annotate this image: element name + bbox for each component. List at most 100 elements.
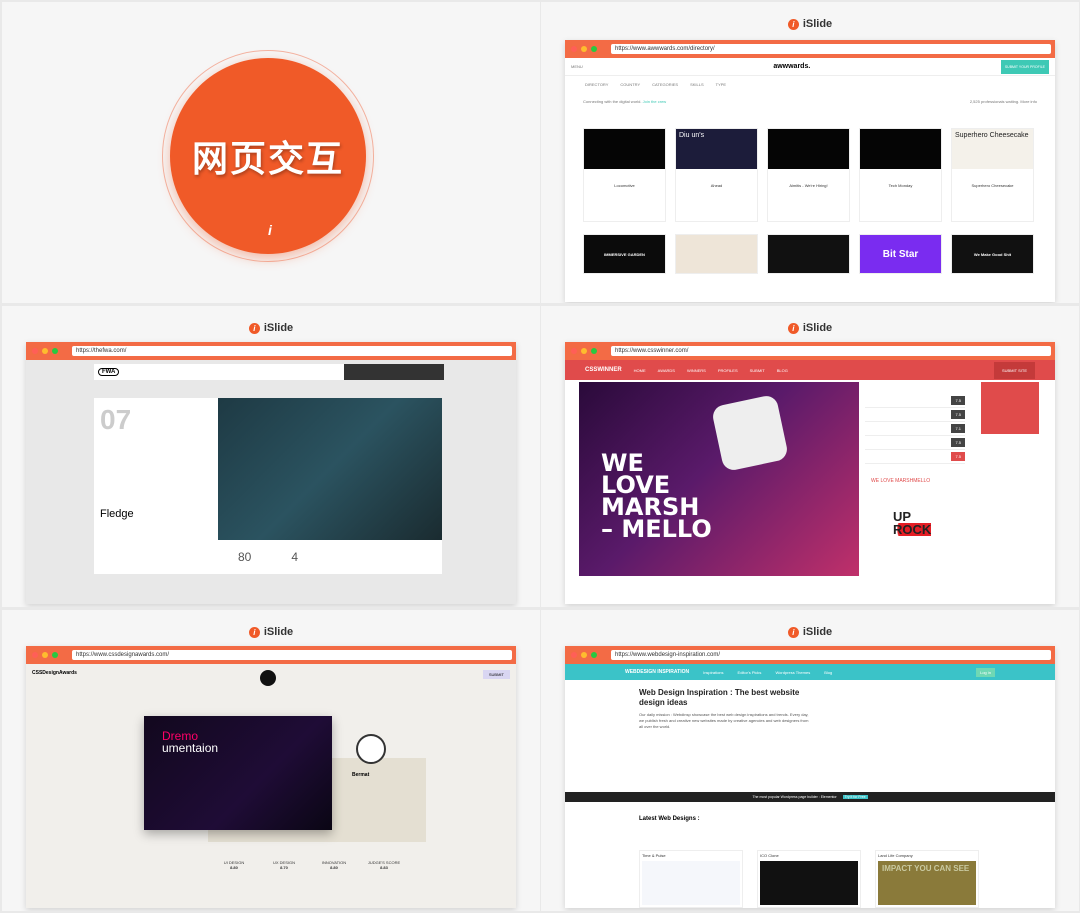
maximize-dot-icon[interactable]: [591, 652, 597, 658]
nav-awards[interactable]: AWARDS: [658, 368, 675, 373]
brand-name: iSlide: [802, 18, 833, 30]
intro: Web Design Inspiration : The best websit…: [639, 688, 809, 730]
site-nav: WEBDESIGN INSPIRATION Inspirations Editor…: [565, 664, 1055, 680]
design-thumb[interactable]: ICO Clone: [757, 850, 861, 908]
intro-body: Our daily mission : Webdinsp showcase th…: [639, 712, 809, 729]
score-bar: 80 4: [218, 540, 442, 574]
csswinner-slide: i iSlide https://www.csswinner.com/ CSSWI…: [541, 306, 1079, 607]
nav-home[interactable]: HOME: [634, 368, 646, 373]
close-dot-icon[interactable]: [32, 652, 38, 658]
browser-window: https://www.awwwards.com/directory/ MENU…: [565, 40, 1055, 302]
islide-logo-icon: i: [787, 626, 799, 638]
score-value: 8.80: [330, 865, 338, 870]
rating-value: 7.5: [951, 452, 965, 461]
nav-skills[interactable]: SKILLS: [690, 82, 704, 87]
profile-card-row2[interactable]: IMMERSIVE GARDEN: [583, 234, 666, 274]
tagline: Connecting with the digital world. Join …: [583, 99, 667, 104]
browser-bar: https://www.csswinner.com/: [565, 342, 1055, 360]
minimize-dot-icon[interactable]: [581, 652, 587, 658]
submit-site-button[interactable]: SUBMIT SITE: [993, 361, 1035, 379]
url-field[interactable]: https://www.webdesign-inspiration.com/: [611, 650, 1051, 660]
profile-card[interactable]: Tech Monday: [859, 128, 942, 222]
profile-card[interactable]: Aimitis - We're Hiring!: [767, 128, 850, 222]
nav-categories[interactable]: CATEGORIES: [652, 82, 678, 87]
maximize-dot-icon[interactable]: [52, 652, 58, 658]
close-dot-icon[interactable]: [32, 348, 38, 354]
banner-text: The most popular Wordpress page builder …: [752, 795, 837, 799]
profile-card[interactable]: Superhero Cheesecake Superhero Cheesecake: [951, 128, 1034, 222]
logo-line: ROCK: [893, 522, 932, 537]
thumb-image: [642, 861, 740, 905]
close-dot-icon[interactable]: [571, 652, 577, 658]
nav-submit[interactable]: SUBMIT: [750, 368, 765, 373]
viewport: CSSWINNER HOME AWARDS WINNERS PROFILES SUBMI…: [565, 360, 1055, 604]
maximize-dot-icon[interactable]: [591, 348, 597, 354]
profile-card-row2[interactable]: We Make Good Shit: [951, 234, 1034, 274]
card-thumbnail: [584, 129, 665, 169]
thumb-title: Land Life Company: [878, 853, 913, 858]
profile-card-row2[interactable]: [675, 234, 758, 274]
minimize-dot-icon[interactable]: [581, 348, 587, 354]
url-field[interactable]: https://www.awwwards.com/directory/: [611, 44, 1051, 54]
close-dot-icon[interactable]: [571, 348, 577, 354]
browser-window: https://www.webdesign-inspiration.com/ W…: [565, 646, 1055, 908]
rating-value: 7.1: [951, 424, 965, 433]
url-field[interactable]: https://www.cssdesignawards.com/: [72, 650, 512, 660]
minimize-dot-icon[interactable]: [581, 46, 587, 52]
menu-button[interactable]: MENU: [571, 64, 583, 69]
nav-winners[interactable]: WINNERS: [687, 368, 706, 373]
cta-button[interactable]: SUBMIT YOUR PROFILE: [1000, 59, 1049, 74]
viewport: CSSDesignAwards SUBMIT Dremo umentaion Be…: [26, 664, 516, 908]
rating-value: 7.5: [951, 396, 965, 405]
minimize-dot-icon[interactable]: [42, 652, 48, 658]
wdi-slide: i iSlide https://www.webdesign-inspiratio…: [541, 610, 1079, 911]
close-dot-icon[interactable]: [571, 46, 577, 52]
fwa-logo: FWA: [98, 368, 120, 376]
score-item: UX DESIGN 8.70: [266, 860, 302, 870]
design-thumb[interactable]: Land Life Company IMPACT YOU CAN SEE: [875, 850, 979, 908]
profile-card[interactable]: Diu un's Ahead: [675, 128, 758, 222]
thumb-image: IMPACT YOU CAN SEE: [878, 861, 976, 905]
login-button[interactable]: Log in: [976, 667, 995, 677]
card-thumbnail: Diu un's: [676, 129, 757, 169]
card-name: Ahead: [710, 183, 723, 188]
viewport: WEBDESIGN INSPIRATION Inspirations Editor…: [565, 664, 1055, 908]
rating-row: 7.5: [865, 408, 965, 422]
design-thumb[interactable]: Time & Pulse: [639, 850, 743, 908]
profile-card[interactable]: Locomotive: [583, 128, 666, 222]
nav-wordpress-themes[interactable]: Wordpress Themes: [775, 670, 810, 675]
nav-blog[interactable]: Blog: [824, 670, 832, 675]
banner-cta[interactable]: Try it for Free: [842, 795, 868, 799]
nav-directory[interactable]: DIRECTORY: [585, 82, 608, 87]
vote-box[interactable]: [981, 382, 1039, 434]
header-dark-block: [344, 364, 444, 380]
url-field[interactable]: https://thefwa.com/: [72, 346, 512, 356]
submit-button[interactable]: SUBMIT: [482, 670, 510, 679]
hero-line: umentaion: [162, 741, 219, 755]
maximize-dot-icon[interactable]: [52, 348, 58, 354]
cssda-slide: i iSlide https://www.cssdesignawards.com/…: [2, 610, 540, 911]
nav-inspirations[interactable]: Inspirations: [703, 670, 723, 675]
hero-line: – MELLO: [601, 515, 712, 543]
latest-title: Latest Web Designs :: [639, 816, 700, 822]
card-thumbnail: Superhero Cheesecake: [952, 129, 1033, 169]
browser-window: https://www.csswinner.com/ CSSWINNER HOM…: [565, 342, 1055, 604]
profile-card-row2[interactable]: Bit Star: [859, 234, 942, 274]
card-name: Tech Monday: [888, 183, 913, 188]
nav-country[interactable]: COUNTRY: [620, 82, 640, 87]
url-field[interactable]: https://www.csswinner.com/: [611, 346, 1051, 356]
islide-logo-icon: i: [248, 322, 260, 334]
award-badge: [356, 734, 386, 764]
viewport: FWA 07 Fledge 80 4: [26, 360, 516, 604]
maximize-dot-icon[interactable]: [591, 46, 597, 52]
islide-mark-icon: i: [268, 222, 272, 238]
nav-profiles[interactable]: PROFILES: [718, 368, 738, 373]
nav-type[interactable]: TYPE: [716, 82, 726, 87]
nav-blog[interactable]: BLOG: [777, 368, 788, 373]
profile-card-row2[interactable]: [767, 234, 850, 274]
minimize-dot-icon[interactable]: [42, 348, 48, 354]
nav-editors-picks[interactable]: Editor's Picks: [738, 670, 762, 675]
cssda-logo: CSSDesignAwards: [32, 670, 77, 676]
hero-text: Dremo umentaion: [162, 730, 218, 754]
hero-photo: [218, 398, 442, 540]
